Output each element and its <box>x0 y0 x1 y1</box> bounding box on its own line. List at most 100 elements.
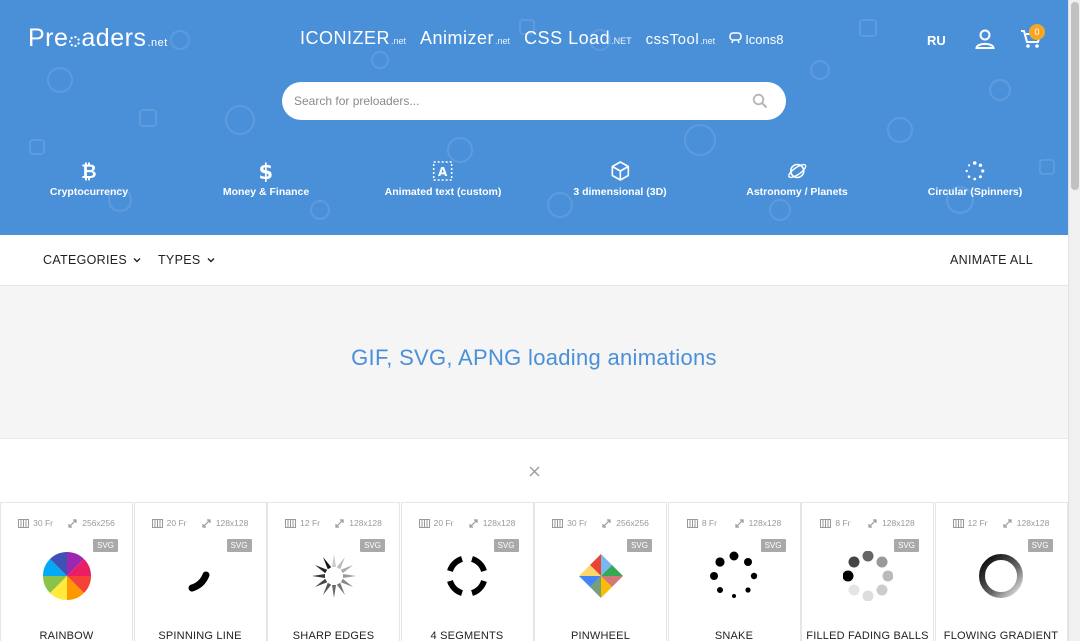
site-logo[interactable]: Pre aders .net <box>28 24 168 53</box>
spinning-line-thumbnail <box>188 571 210 592</box>
snake-thumbnail <box>710 551 758 598</box>
category-astronomy[interactable]: Astronomy / Planets <box>746 160 848 198</box>
preview-thumbnail[interactable] <box>709 551 759 601</box>
resize-icon <box>469 518 478 528</box>
frame-count: 8 Fr <box>686 518 717 528</box>
preloader-card[interactable]: 8 Fr 128x128 SVG SNAKE <box>667 502 801 641</box>
sharp-edges-thumbnail <box>311 554 356 598</box>
nav-link-suffix: .net <box>391 36 407 46</box>
frame-count-label: 8 Fr <box>835 518 851 528</box>
flowing-gradient-thumbnail <box>979 554 1023 598</box>
user-icon[interactable] <box>974 28 996 50</box>
frame-count: 12 Fr <box>285 518 320 528</box>
frame-count-label: 12 Fr <box>300 518 320 528</box>
frame-count: 8 Fr <box>820 518 850 528</box>
resize-icon <box>68 518 77 528</box>
card-meta: 12 Fr 128x128 <box>268 518 399 528</box>
category-label: Circular (Spinners) <box>927 186 1023 198</box>
pinwheel-thumbnail <box>578 554 623 598</box>
category-label: Cryptocurrency <box>49 186 129 198</box>
scrollbar[interactable] <box>1068 0 1080 641</box>
dimensions: 128x128 <box>734 518 782 528</box>
preview-thumbnail[interactable] <box>842 550 893 602</box>
svg-text:₿: ₿ <box>81 161 96 182</box>
dimensions-label: 128x128 <box>482 518 516 528</box>
dimensions: 128x128 <box>468 518 516 528</box>
card-meta: 30 Fr 256x256 <box>535 518 666 528</box>
frames-icon <box>552 518 564 528</box>
frames-icon <box>418 518 430 528</box>
nav-link-label: ICONIZER <box>300 28 391 48</box>
search-input[interactable] <box>294 94 752 108</box>
preloader-card[interactable]: 20 Fr 128x128 SVG 4 SEGMENTS <box>400 502 534 641</box>
scrollbar-thumb[interactable] <box>1071 2 1079 190</box>
frames-icon <box>18 518 30 528</box>
category-3d[interactable]: 3 dimensional (3D) <box>573 160 667 198</box>
format-badge: SVG <box>627 539 652 552</box>
preloader-card[interactable]: 30 Fr 256x256 SVG PINWHEEL <box>534 502 667 641</box>
nav-link-cssload[interactable]: CSS Load .NET <box>524 28 632 49</box>
category-label: 3 dimensional (3D) <box>573 186 667 198</box>
dimensions: 128x128 <box>1002 518 1050 528</box>
resize-icon <box>734 518 744 528</box>
resize-icon <box>868 518 877 528</box>
dimensions: 256x256 <box>601 518 649 528</box>
card-title: RAINBOW <box>39 630 94 641</box>
logo-suffix: .net <box>147 37 168 49</box>
logo-text-right: aders <box>81 24 147 52</box>
four-segments-thumbnail <box>447 556 487 596</box>
types-dropdown[interactable]: TYPES <box>158 253 215 267</box>
preview-thumbnail[interactable] <box>175 551 225 601</box>
nav-link-icons8[interactable]: Icons8 <box>729 32 784 47</box>
card-meta: 12 Fr 128x128 <box>936 518 1067 528</box>
nav-link-label: cssTool <box>645 31 700 48</box>
category-animated-text[interactable]: A Animated text (custom) <box>384 160 502 198</box>
search-bar <box>282 82 786 120</box>
dollar-icon: $ <box>259 160 274 182</box>
card-meta: 30 Fr 256x256 <box>1 518 132 528</box>
frame-count-label: 12 Fr <box>967 518 988 528</box>
format-badge: SVG <box>360 539 385 552</box>
nav-link-iconizer[interactable]: ICONIZER .net <box>300 28 406 49</box>
card-title: FILLED FADING BALLS <box>806 630 929 641</box>
language-switch[interactable]: RU <box>927 33 946 48</box>
preloader-card[interactable]: 30 Fr 256x256 SVG RAINBOW <box>0 502 133 641</box>
format-badge: SVG <box>760 539 786 552</box>
search-icon[interactable] <box>752 93 768 109</box>
dimensions-label: 128x128 <box>748 518 782 528</box>
preview-thumbnail[interactable] <box>576 551 626 601</box>
frame-count: 30 Fr <box>552 518 587 528</box>
nav-link-animizer[interactable]: Animizer .net <box>420 28 510 49</box>
page-title: GIF, SVG, APNG loading animations <box>351 345 717 370</box>
close-icon[interactable] <box>528 465 541 478</box>
header-hero: Pre aders .net ICONIZER .net Animizer .net C… <box>0 0 1068 235</box>
planet-icon <box>787 163 807 179</box>
category-label: Animated text (custom) <box>384 186 502 198</box>
category-money-finance[interactable]: $ Money & Finance <box>223 160 309 198</box>
nav-link-csstool[interactable]: cssTool .net <box>646 31 716 48</box>
preview-thumbnail[interactable] <box>42 551 92 601</box>
card-meta: 8 Fr 128x128 <box>802 518 933 528</box>
preloader-card[interactable]: 12 Fr 128x128 SVG FLOWING GRADIENT <box>934 502 1068 641</box>
preview-thumbnail[interactable] <box>976 551 1026 601</box>
categories-dropdown[interactable]: CATEGORIES <box>43 253 141 267</box>
animate-all-button[interactable]: ANIMATE ALL <box>950 253 1033 267</box>
dimensions-label: 128x128 <box>882 518 915 528</box>
preloader-card[interactable]: 8 Fr 128x128 SVG FILLED FADING BALLS <box>801 502 934 641</box>
category-label: Astronomy / Planets <box>746 186 848 198</box>
preloader-card[interactable]: 20 Fr 128x128 SVG SPINNING LINE <box>133 502 267 641</box>
spinner-icon <box>965 161 985 181</box>
preloader-card[interactable]: 12 Fr 128x128 SVG SHARP EDGES <box>267 502 400 641</box>
frame-count: 20 Fr <box>418 518 453 528</box>
dimensions-label: 128x128 <box>215 518 249 528</box>
frame-count: 20 Fr <box>151 518 186 528</box>
category-circular[interactable]: Circular (Spinners) <box>927 160 1023 198</box>
card-title: FLOWING GRADIENT <box>943 630 1059 641</box>
preview-thumbnail[interactable] <box>309 551 359 601</box>
types-dropdown-label: TYPES <box>158 253 201 267</box>
page: Pre aders .net ICONIZER .net Animizer .net C… <box>0 0 1080 641</box>
preview-thumbnail[interactable] <box>442 551 492 601</box>
dimensions-label: 128x128 <box>1016 518 1050 528</box>
frames-icon <box>820 518 832 528</box>
category-cryptocurrency[interactable]: ₿ Cryptocurrency <box>50 160 128 198</box>
